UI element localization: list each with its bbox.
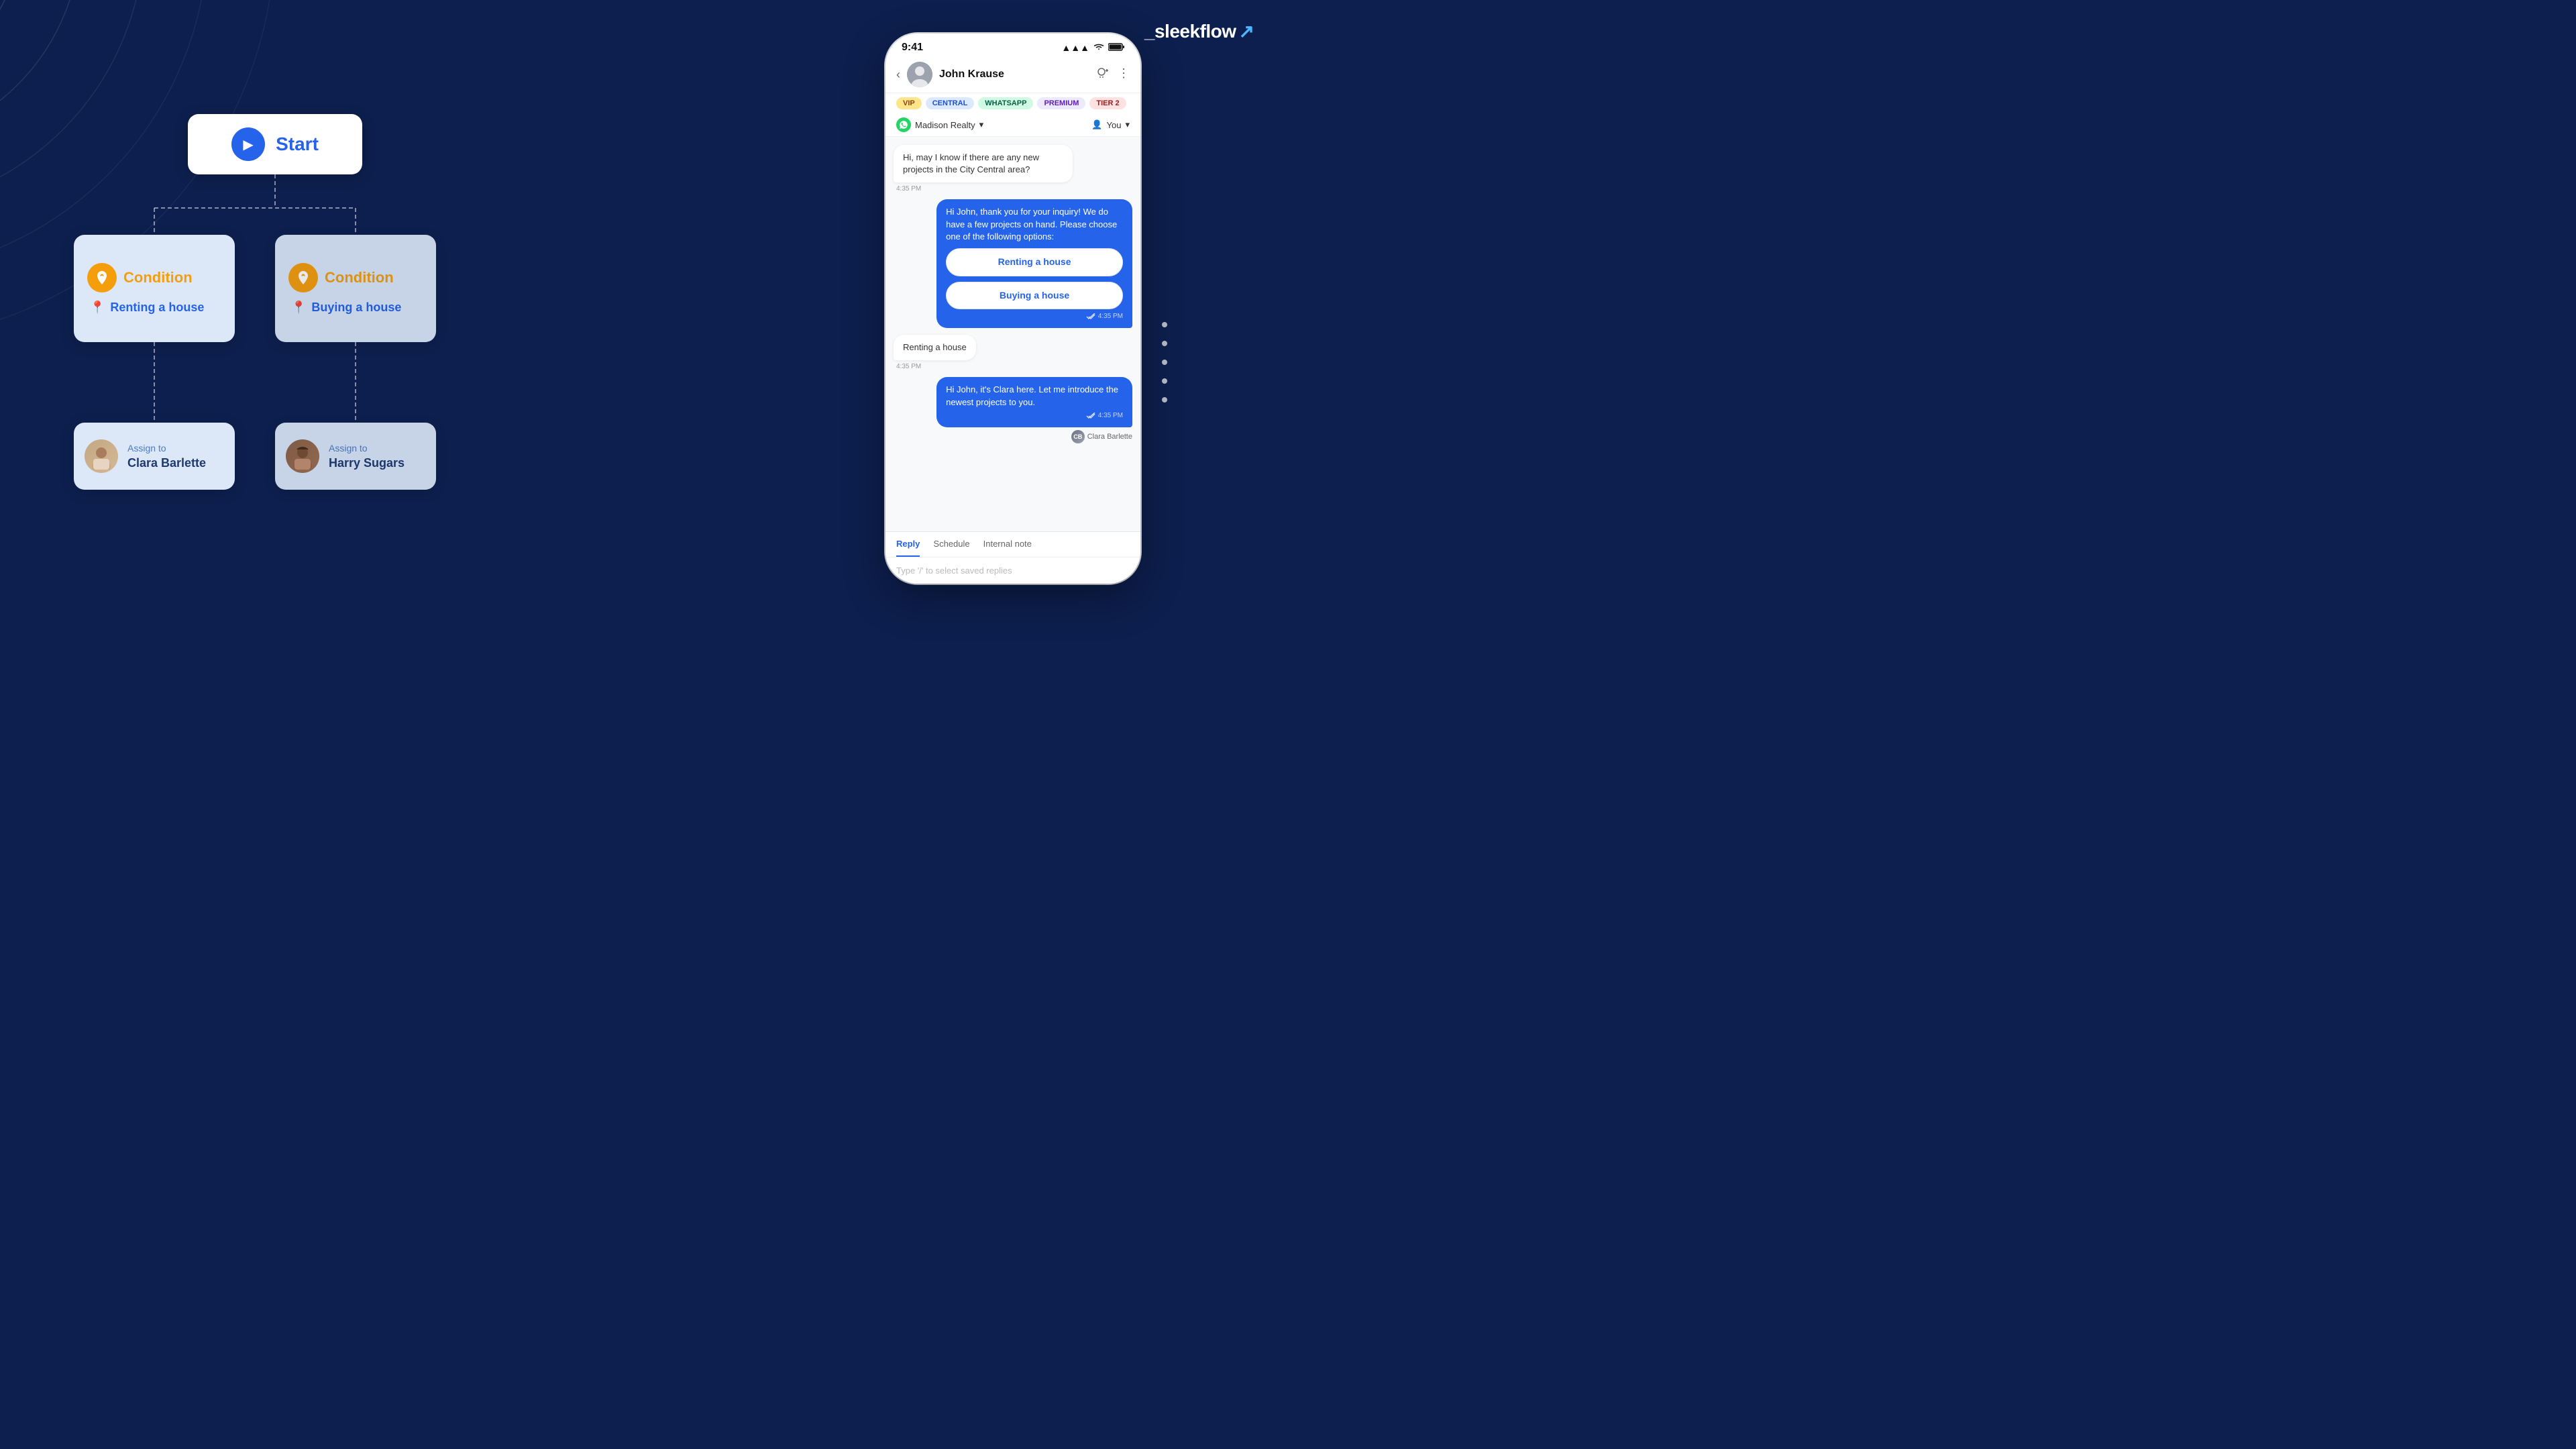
wifi-icon: [1093, 42, 1104, 53]
start-icon: ▶: [231, 127, 265, 161]
dot-1: [1162, 322, 1167, 327]
chat-header: ‹ John Krause ⋮: [885, 56, 1140, 93]
message-received-1: Hi, may I know if there are any new proj…: [894, 145, 1073, 193]
reply-bar: Reply Schedule Internal note Type '/' to…: [885, 531, 1140, 584]
message-sent-4: Hi John, it's Clara here. Let me introdu…: [936, 377, 1132, 443]
message-bubble-2: Hi John, thank you for your inquiry! We …: [936, 199, 1132, 328]
sender-name-clara: CB Clara Barlette: [936, 430, 1132, 443]
condition-header-rent: Condition: [87, 263, 193, 292]
contact-name: John Krause: [939, 68, 1089, 80]
contact-avatar: [907, 62, 932, 87]
condition-title-buy: Condition: [325, 269, 394, 286]
logo-text: _sleekflow: [1144, 21, 1236, 42]
message-time-4: 4:35 PM: [946, 411, 1123, 421]
assign-info-harry: Assign to Harry Sugars: [329, 443, 405, 470]
condition-subtitle-buy: 📍 Buying a house: [288, 301, 401, 315]
message-time-2: 4:35 PM: [946, 312, 1123, 321]
dot-3: [1162, 360, 1167, 365]
header-actions: ⋮: [1096, 66, 1130, 83]
flow-diagram: ▶ Start Condition 📍 Renting a house: [54, 80, 537, 550]
channel-label: Madison Realty: [915, 120, 975, 130]
signal-icon: ▲▲▲: [1061, 42, 1089, 53]
assign-node-harry: Assign to Harry Sugars: [275, 423, 436, 490]
assign-avatar-harry: [286, 439, 319, 473]
condition-subtitle-rent: 📍 Renting a house: [87, 301, 204, 315]
tag-premium: PREMIUM: [1037, 97, 1085, 109]
assign-name-clara: Clara Barlette: [127, 456, 206, 470]
tab-internal-note[interactable]: Internal note: [983, 532, 1032, 557]
tags-row: VIP CENTRAL WHATSAPP PREMIUM TIER 2: [885, 93, 1140, 113]
message-time-1: 4:35 PM: [894, 185, 1073, 193]
tag-tier2: TIER 2: [1089, 97, 1126, 109]
logo: _sleekflow ↗: [1144, 20, 1254, 42]
phone-frame: 9:41 ▲▲▲: [885, 34, 1140, 584]
more-icon[interactable]: ⋮: [1118, 66, 1130, 83]
start-label: Start: [276, 133, 319, 155]
condition-header-buy: Condition: [288, 263, 394, 292]
phone-mockup: 9:41 ▲▲▲: [885, 34, 1140, 584]
condition-node-rent: Condition 📍 Renting a house: [74, 235, 235, 342]
message-time-3: 4:35 PM: [894, 363, 976, 370]
assign-label-harry: Assign to: [329, 443, 405, 453]
condition-icon-buy: [288, 263, 318, 292]
message-bubble-1: Hi, may I know if there are any new proj…: [894, 145, 1073, 182]
status-time: 9:41: [902, 42, 923, 54]
channel-dropdown-icon[interactable]: ▾: [979, 119, 984, 130]
message-received-3: Renting a house 4:35 PM: [894, 335, 976, 370]
condition-node-buy: Condition 📍 Buying a house: [275, 235, 436, 342]
pin-icon-buy: 📍: [291, 301, 306, 315]
reply-input-placeholder[interactable]: Type '/' to select saved replies: [885, 557, 1140, 584]
battery-icon: [1108, 42, 1124, 53]
message-bubble-3: Renting a house: [894, 335, 976, 360]
status-icons: ▲▲▲: [1061, 42, 1124, 53]
message-sent-2: Hi John, thank you for your inquiry! We …: [936, 199, 1132, 328]
pin-icon-rent: 📍: [90, 301, 105, 315]
assign-bar-assignee: 👤 You ▾: [1091, 119, 1130, 130]
add-contact-icon[interactable]: [1096, 66, 1110, 83]
tag-central: CENTRAL: [926, 97, 975, 109]
assignee-dropdown-icon[interactable]: ▾: [1125, 119, 1130, 130]
tag-vip: VIP: [896, 97, 922, 109]
logo-arrow: ↗: [1239, 20, 1254, 42]
tag-whatsapp: WHATSAPP: [978, 97, 1033, 109]
dot-5: [1162, 397, 1167, 402]
assign-avatar-clara: [85, 439, 118, 473]
decorative-dots: [1162, 322, 1167, 402]
back-button[interactable]: ‹: [896, 68, 900, 82]
option-renting[interactable]: Renting a house: [946, 248, 1123, 276]
assign-bar-channel: Madison Realty ▾: [896, 117, 1086, 132]
start-node: ▶ Start: [188, 114, 362, 174]
person-icon: 👤: [1091, 119, 1102, 130]
reply-tabs: Reply Schedule Internal note: [885, 532, 1140, 557]
tab-reply[interactable]: Reply: [896, 532, 920, 557]
messages-area[interactable]: Hi, may I know if there are any new proj…: [885, 137, 1140, 531]
dot-2: [1162, 341, 1167, 346]
assign-info-clara: Assign to Clara Barlette: [127, 443, 206, 470]
message-bubble-4: Hi John, it's Clara here. Let me introdu…: [936, 377, 1132, 427]
assign-label-clara: Assign to: [127, 443, 206, 453]
status-bar: 9:41 ▲▲▲: [885, 34, 1140, 56]
assignee-label: You: [1107, 120, 1122, 130]
sender-avatar: CB: [1071, 430, 1085, 443]
condition-icon-rent: [87, 263, 117, 292]
condition-title-rent: Condition: [123, 269, 193, 286]
assign-name-harry: Harry Sugars: [329, 456, 405, 470]
tab-schedule[interactable]: Schedule: [933, 532, 969, 557]
whatsapp-channel-icon: [896, 117, 911, 132]
dot-4: [1162, 378, 1167, 384]
option-buying[interactable]: Buying a house: [946, 282, 1123, 310]
assign-node-clara: Assign to Clara Barlette: [74, 423, 235, 490]
assign-bar: Madison Realty ▾ 👤 You ▾: [885, 113, 1140, 137]
